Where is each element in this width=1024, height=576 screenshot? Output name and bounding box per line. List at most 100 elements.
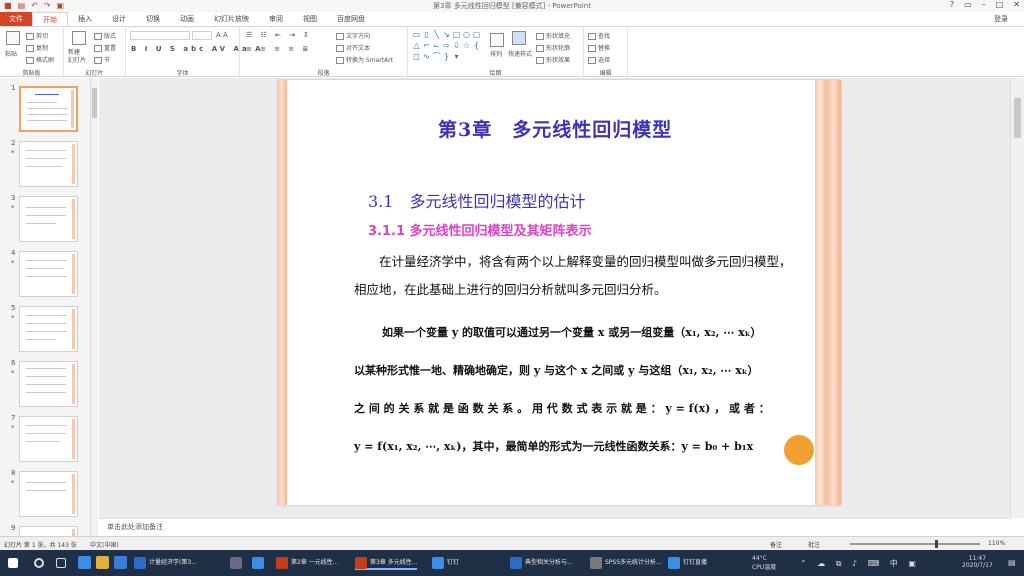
font-name-select[interactable] [130, 31, 190, 40]
windows-start-icon[interactable] [8, 558, 18, 568]
edge-icon[interactable] [78, 556, 91, 569]
tab-transitions[interactable]: 切换 [136, 12, 170, 26]
taskbar-item-app[interactable] [230, 556, 245, 570]
align-buttons[interactable]: ≡ ≡ ≡ ≡ ≣ [246, 45, 311, 53]
current-slide[interactable]: 第3章 多元线性回归模型 3.1 多元线性回归模型的估计 3.1.1 多元线性回… [278, 80, 841, 505]
freeform-icon[interactable]: ⌒ [432, 52, 441, 62]
tab-insert[interactable]: 插入 [68, 12, 102, 26]
slide-thumb-3[interactable]: 3 * [0, 194, 91, 244]
shapes-gallery[interactable]: ▭ ▯ ╲ ↘ □ ○ ▢ △ ⌐ ⌙ ⇨ ⇩ ☆{ ◻ ∿ ⌒} ▾ [412, 30, 481, 66]
slide-subsection-heading[interactable]: 3.1.1 多元线性回归模型及其矩阵表示 [368, 220, 592, 239]
textbox-shape-icon[interactable]: ▭ [412, 30, 421, 40]
slide-thumbnail[interactable] [19, 416, 78, 462]
right-arrow-icon[interactable]: ⇨ [442, 41, 451, 51]
ribbon-display-icon[interactable]: ▭ [964, 0, 972, 9]
format-painter-button[interactable]: 格式刷 [26, 55, 54, 64]
scrollbar-thumb[interactable] [92, 88, 97, 118]
taskbar-item-dingtalk[interactable]: 钉钉 [432, 556, 459, 570]
copy-button[interactable]: 复制 [26, 43, 48, 52]
smartart-button[interactable]: 转换为 SmartArt [336, 55, 393, 64]
folder-icon[interactable] [96, 556, 109, 569]
slides-panel-scrollbar[interactable] [90, 78, 98, 536]
slide-thumbnail[interactable] [19, 471, 78, 517]
rounded-rect-icon[interactable]: ▢ [472, 30, 481, 40]
bracket-icon[interactable]: } [442, 52, 451, 62]
list-buttons[interactable]: ☰ ☷ ⇤ ⇥ ↕ [246, 31, 312, 39]
brace-icon[interactable]: { [472, 41, 481, 51]
select-button[interactable]: 选择 [588, 55, 610, 64]
slide-thumbnail[interactable] [19, 306, 78, 352]
align-text-button[interactable]: 对齐文本 [336, 43, 370, 52]
arrow-line-icon[interactable]: ↘ [442, 30, 451, 40]
section-button[interactable]: 节 [94, 55, 110, 64]
search-icon[interactable] [34, 558, 44, 568]
shape-fill-button[interactable]: 形状填充 [536, 31, 570, 40]
quick-styles-icon[interactable] [512, 31, 526, 45]
clock[interactable]: 11:47 2020/7/17 [962, 555, 993, 569]
notes-pane[interactable]: 单击此处添加备注 [99, 518, 1010, 536]
slide-thumbnail[interactable] [19, 196, 78, 242]
task-view-icon[interactable] [56, 558, 66, 568]
new-slide-button[interactable]: 新建 幻灯片 [68, 49, 86, 65]
taskbar-item-word-2[interactable]: 典型相关分析与... [510, 556, 573, 570]
elbow-connector-icon[interactable]: ⌙ [432, 41, 441, 51]
slide-thumbnail[interactable] [19, 251, 78, 297]
minimize-icon[interactable]: – [982, 0, 986, 9]
slide-text-line-3[interactable]: 之 间 的 关 系 就 是 函 数 关 系 。 用 代 数 式 表 示 就 是 … [354, 400, 770, 416]
slide-thumb-2[interactable]: 2 * [0, 139, 91, 189]
font-grow-shrink[interactable]: A A [216, 31, 228, 39]
slide-section-heading[interactable]: 3.1 多元线性回归模型的估计 [368, 188, 585, 212]
tab-home[interactable]: 开始 [32, 12, 68, 26]
text-direction-button[interactable]: 文字方向 [336, 31, 370, 40]
tab-slideshow[interactable]: 幻灯片放映 [204, 12, 259, 26]
find-button[interactable]: 查找 [588, 31, 610, 40]
callout-icon[interactable]: ◻ [412, 52, 421, 62]
cut-button[interactable]: 剪切 [26, 31, 48, 40]
app-icon[interactable] [114, 556, 127, 569]
tab-design[interactable]: 设计 [102, 12, 136, 26]
connector-icon[interactable]: ⌐ [422, 41, 431, 51]
zoom-level[interactable]: 110% [988, 540, 1005, 547]
zoom-slider-knob[interactable] [935, 540, 938, 548]
slide-thumb-1[interactable]: 1 [0, 84, 91, 134]
slide-thumbnail[interactable] [19, 86, 78, 132]
reset-button[interactable]: 重置 [94, 43, 116, 52]
line-icon[interactable]: ╲ [432, 30, 441, 40]
notes-toggle[interactable]: 备注 [770, 540, 782, 549]
paste-button[interactable]: 粘贴 [5, 49, 17, 58]
scrollbar-thumb[interactable] [1014, 98, 1021, 138]
login-link[interactable]: 登录 [994, 14, 1008, 24]
slide-thumbnail[interactable] [19, 361, 78, 407]
down-arrow-icon[interactable]: ⇩ [452, 41, 461, 51]
arrange-icon[interactable] [490, 33, 504, 47]
paste-icon[interactable] [6, 31, 20, 45]
slide-thumbnail[interactable] [19, 526, 78, 536]
layout-button[interactable]: 版式 [94, 31, 116, 40]
vertical-textbox-icon[interactable]: ▯ [422, 30, 431, 40]
shape-outline-button[interactable]: 形状轮廓 [536, 43, 570, 52]
slide-title[interactable]: 第3章 多元线性回归模型 [438, 115, 672, 142]
new-slide-icon[interactable] [72, 31, 86, 45]
oval-icon[interactable]: ○ [462, 30, 471, 40]
rectangle-icon[interactable]: □ [452, 30, 461, 40]
cpu-temp-widget[interactable]: 44°C CPU温度 [752, 555, 776, 571]
slide-thumb-8[interactable]: 8 * [0, 469, 91, 519]
tab-animations[interactable]: 动画 [170, 12, 204, 26]
tab-review[interactable]: 审阅 [259, 12, 293, 26]
slide-thumb-5[interactable]: 5 * [0, 304, 91, 354]
star-icon[interactable]: ☆ [462, 41, 471, 51]
replace-button[interactable]: 替换 [588, 43, 610, 52]
shape-effects-button[interactable]: 形状效果 [536, 55, 570, 64]
close-icon[interactable]: ✕ [1013, 0, 1020, 9]
tab-view[interactable]: 视图 [293, 12, 327, 26]
slide-thumb-9[interactable]: 9 [0, 524, 91, 536]
slide-thumbnail[interactable] [19, 141, 78, 187]
font-size-select[interactable] [192, 31, 212, 40]
tab-file[interactable]: 文件 [0, 12, 32, 26]
slide-text-line-1[interactable]: 如果一个变量 y 的取值可以通过另一个变量 x 或另一组变量（x₁, x₂, ⋯… [382, 324, 761, 340]
zoom-slider[interactable] [850, 540, 980, 548]
taskbar-item-ppt-ch2[interactable]: 第2章 一元线性... [276, 556, 338, 570]
tab-baidu-netdisk[interactable]: 百度网盘 [327, 12, 375, 26]
triangle-icon[interactable]: △ [412, 41, 421, 51]
quick-styles-button[interactable]: 快速样式 [508, 49, 532, 58]
